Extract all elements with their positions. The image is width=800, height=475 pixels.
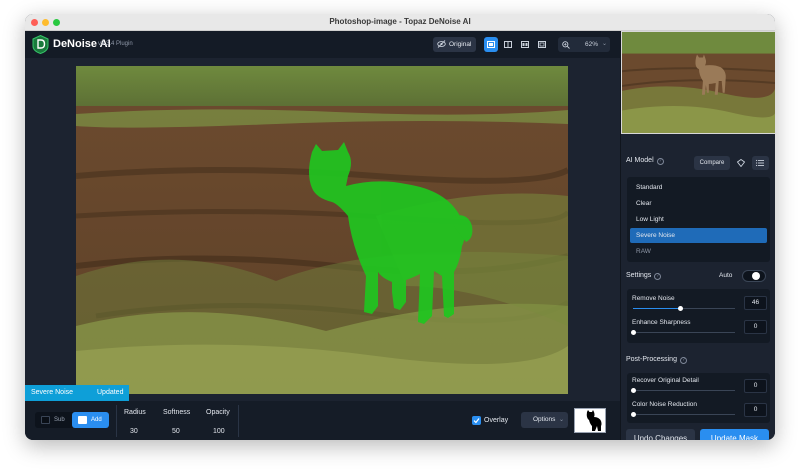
mask-toolbar: Sub Add Radius 30 Softness 50 Opacity 10… bbox=[25, 401, 620, 440]
remove-noise-slider[interactable] bbox=[633, 306, 735, 311]
chevron-down-icon: ⌄ bbox=[559, 417, 565, 423]
auto-toggle[interactable] bbox=[742, 270, 766, 282]
image-canvas[interactable]: Severe Noise Updated bbox=[25, 58, 620, 401]
side-by-side-view-icon bbox=[521, 41, 529, 48]
color-noise-thumb[interactable] bbox=[631, 412, 636, 417]
settings-title-text: Settings bbox=[626, 272, 652, 279]
opacity-value[interactable]: 100 bbox=[213, 428, 225, 435]
single-view-button[interactable] bbox=[484, 37, 498, 52]
ai-model-title: AI Model? bbox=[626, 157, 664, 165]
right-sidebar: AI Model? Compare Standard Clear Low Lig… bbox=[620, 31, 775, 440]
title-bar: Photoshop-image - Topaz DeNoise AI bbox=[25, 14, 775, 31]
chevron-down-icon: ⌄ bbox=[602, 41, 608, 47]
mask-thumbnail[interactable] bbox=[574, 408, 606, 433]
model-item-clear[interactable]: Clear bbox=[630, 196, 767, 211]
model-item-raw[interactable]: RAW bbox=[630, 244, 767, 259]
update-mask-button[interactable]: Update Mask bbox=[700, 429, 769, 440]
color-noise-label: Color Noise Reduction bbox=[632, 401, 698, 408]
split-view-icon bbox=[504, 41, 512, 48]
help-icon[interactable]: ? bbox=[679, 357, 687, 364]
navigator-preview[interactable] bbox=[621, 31, 775, 134]
compare-button[interactable]: Compare bbox=[694, 156, 730, 170]
remove-noise-label: Remove Noise bbox=[632, 295, 675, 302]
status-model: Severe Noise bbox=[31, 389, 74, 396]
subtract-mode-button[interactable]: Sub bbox=[35, 412, 71, 428]
split-view-button[interactable] bbox=[501, 37, 515, 52]
eye-slash-icon bbox=[437, 40, 446, 48]
top-toolbar: DeNoise AI v3.3.4 Plugin Original 62% ⌄ bbox=[25, 31, 620, 58]
zoom-value: 62% bbox=[585, 41, 599, 48]
enhance-sharpness-value[interactable]: 0 bbox=[744, 320, 767, 334]
window-title: Photoshop-image - Topaz DeNoise AI bbox=[329, 17, 471, 26]
mask-mode-toggle: Sub Add bbox=[35, 412, 109, 428]
softness-value[interactable]: 50 bbox=[172, 428, 180, 435]
status-strip: Severe Noise Updated bbox=[25, 385, 129, 401]
radius-value[interactable]: 30 bbox=[130, 428, 138, 435]
ai-model-list: Standard Clear Low Light Severe Noise RA… bbox=[627, 177, 770, 262]
status-state: Updated bbox=[97, 389, 124, 396]
main-photo bbox=[76, 66, 568, 394]
post-processing-panel: Recover Original Detail 0 Color Noise Re… bbox=[627, 373, 770, 423]
subtract-swatch-icon bbox=[41, 416, 50, 424]
help-icon[interactable]: ? bbox=[656, 158, 664, 165]
settings-panel: Remove Noise 46 Enhance Sharpness 0 bbox=[627, 289, 770, 343]
add-label: Add bbox=[91, 417, 102, 423]
subtract-label: Sub bbox=[54, 417, 65, 423]
enhance-sharpness-label: Enhance Sharpness bbox=[632, 319, 691, 326]
single-view-icon bbox=[487, 41, 495, 48]
toolbar-divider bbox=[116, 405, 117, 437]
options-label: Options bbox=[533, 416, 556, 423]
recover-detail-thumb[interactable] bbox=[631, 388, 636, 393]
side-by-side-view-button[interactable] bbox=[518, 37, 532, 52]
zoom-dropdown[interactable]: 62% ⌄ bbox=[558, 37, 610, 52]
app-window: Photoshop-image - Topaz DeNoise AI DeNoi… bbox=[25, 14, 775, 440]
toolbar-divider bbox=[238, 405, 239, 437]
opacity-label: Opacity bbox=[206, 409, 230, 416]
list-icon bbox=[756, 159, 764, 167]
softness-label: Softness bbox=[163, 409, 191, 416]
overlay-checkbox[interactable] bbox=[472, 416, 481, 425]
original-button-label: Original bbox=[449, 41, 472, 48]
color-noise-slider[interactable] bbox=[631, 412, 735, 417]
remove-noise-value[interactable]: 46 bbox=[744, 296, 767, 310]
mask-silhouette bbox=[586, 410, 602, 431]
post-processing-title: Post-Processing? bbox=[626, 356, 687, 364]
post-processing-title-text: Post-Processing bbox=[626, 356, 677, 363]
list-view-button[interactable] bbox=[752, 156, 769, 170]
undo-changes-button[interactable]: Undo Changes bbox=[626, 429, 695, 440]
auto-label: Auto bbox=[719, 272, 733, 279]
recover-detail-label: Recover Original Detail bbox=[632, 377, 699, 384]
model-info-button[interactable] bbox=[733, 156, 750, 170]
add-swatch-icon bbox=[78, 416, 87, 424]
color-noise-value[interactable]: 0 bbox=[744, 403, 767, 417]
radius-label: Radius bbox=[124, 409, 146, 416]
app-version: v3.3.4 Plugin bbox=[98, 41, 133, 47]
help-icon[interactable]: ? bbox=[654, 273, 662, 280]
enhance-sharpness-slider[interactable] bbox=[631, 330, 735, 335]
settings-title: Settings? bbox=[626, 272, 662, 280]
add-mode-button[interactable]: Add bbox=[72, 412, 109, 428]
remove-noise-thumb[interactable] bbox=[677, 306, 683, 311]
overlay-label: Overlay bbox=[484, 417, 509, 424]
ai-model-title-text: AI Model bbox=[626, 157, 654, 164]
model-item-severe-noise[interactable]: Severe Noise bbox=[630, 228, 767, 243]
quad-view-icon bbox=[538, 41, 546, 48]
options-dropdown[interactable]: Options ⌄ bbox=[521, 412, 568, 428]
remove-noise-fill bbox=[633, 308, 680, 309]
recover-detail-slider[interactable] bbox=[631, 388, 735, 393]
denoise-logo-icon bbox=[32, 35, 49, 54]
enhance-sharpness-thumb[interactable] bbox=[631, 330, 636, 335]
checkmark-icon bbox=[473, 418, 480, 424]
model-item-low-light[interactable]: Low Light bbox=[630, 212, 767, 227]
original-button[interactable]: Original bbox=[433, 37, 476, 52]
model-item-standard[interactable]: Standard bbox=[630, 180, 767, 195]
quad-view-button[interactable] bbox=[535, 37, 549, 52]
zoom-magnifier-icon bbox=[562, 41, 570, 49]
recover-detail-value[interactable]: 0 bbox=[744, 379, 767, 393]
toggle-knob bbox=[752, 272, 760, 280]
diamond-icon bbox=[737, 159, 745, 167]
